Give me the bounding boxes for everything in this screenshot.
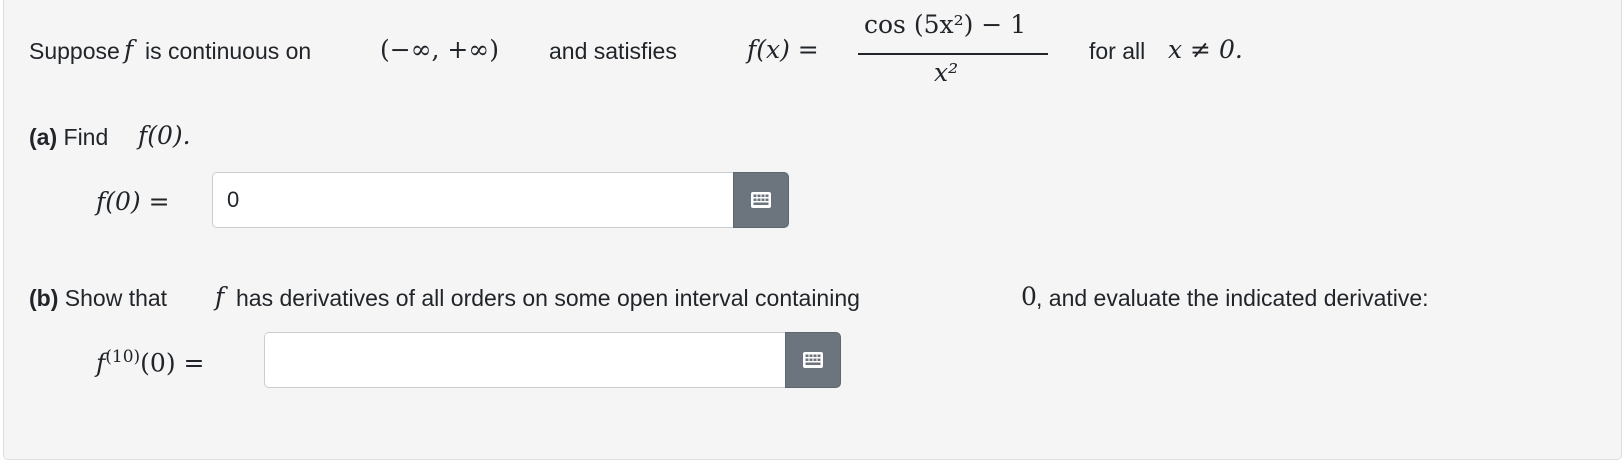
part-b-text-1: Show that [64,285,168,311]
part-b-keyboard-button[interactable] [785,332,841,388]
part-b-text-3: , and evaluate the indicated derivative: [1036,285,1429,311]
part-a-instruction: Find [63,124,109,150]
condition-prefix: for all [1089,38,1146,64]
fraction-numerator: cos (5x²) − 1 [864,10,1027,39]
part-b-lhs-rest: (0) = [140,348,205,378]
part-a-answer-lhs: f(0) = [96,187,170,216]
intro-text: Suppose [29,38,120,64]
interval-math: (−∞, +∞) [380,35,499,64]
fraction-denominator: x² [934,58,959,87]
f-symbol: f [124,35,134,64]
keyboard-icon [803,352,823,368]
question-card: Suppose f is continuous on (−∞, +∞) and … [3,0,1622,460]
part-b-zero: 0 [1021,282,1037,311]
part-b-f-symbol: f [215,282,225,311]
part-b-lhs-order: (10) [105,347,141,367]
continuity-text: is continuous on [145,38,312,64]
part-a-label: (a) [29,124,58,150]
condition-math: x ≠ 0. [1168,35,1243,64]
part-b-answer-input[interactable] [264,332,786,388]
function-lhs: f(x) = [747,35,819,64]
part-a-keyboard-button[interactable] [733,172,789,228]
part-a-heading: (a) Find [29,124,108,151]
part-a-answer-input[interactable] [212,172,734,228]
fraction-bar [858,53,1048,55]
part-b-heading: (b) Show that [29,285,167,312]
keyboard-icon [751,192,771,208]
part-b-label: (b) [29,285,59,311]
part-a-instruction-math: f(0). [138,121,191,150]
part-b-text-2: has derivatives of all orders on some op… [236,285,860,311]
part-b-answer-lhs: f(10)(0) = [96,347,204,377]
part-b-lhs-f: f [96,348,106,378]
satisfies-text: and satisfies [549,38,677,64]
